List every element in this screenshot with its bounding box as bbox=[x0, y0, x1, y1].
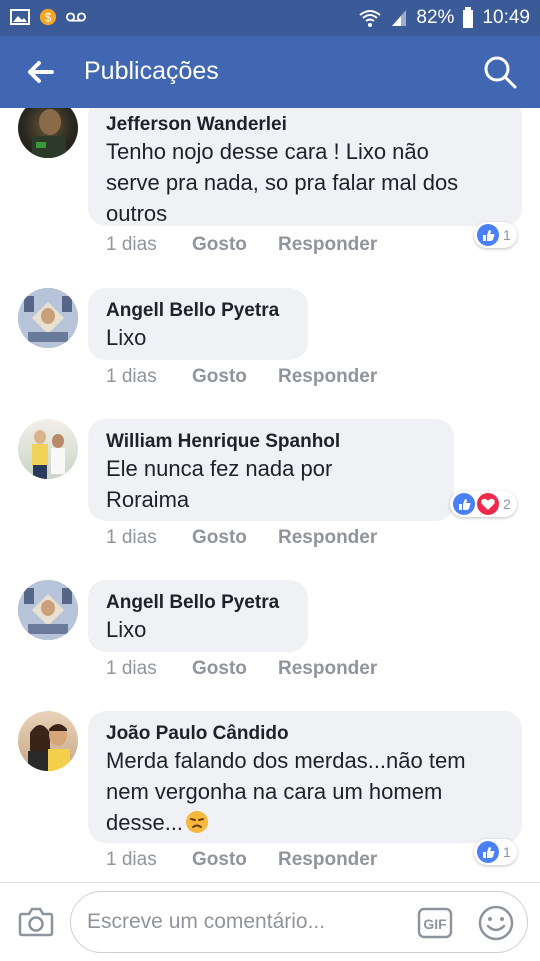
avatar[interactable] bbox=[18, 711, 78, 771]
status-bar: $ 82% 10:49 bbox=[0, 0, 540, 36]
comment-text: Lixo bbox=[106, 325, 147, 350]
battery-percent: 82% bbox=[416, 7, 455, 28]
reply-button[interactable]: Responder bbox=[278, 658, 377, 680]
comment-item: João Paulo Cândido Merda falando dos mer… bbox=[0, 711, 540, 881]
clock: 10:49 bbox=[482, 7, 530, 28]
wifi-icon bbox=[359, 10, 382, 27]
comment-author[interactable]: William Henrique Spanhol bbox=[106, 431, 340, 453]
like-reaction-icon bbox=[477, 841, 499, 863]
comment-item: William Henrique Spanhol Ele nunca fez n… bbox=[0, 419, 540, 559]
like-reaction-icon bbox=[477, 224, 499, 246]
comment-item: Jefferson Wanderlei Tenho nojo desse car… bbox=[0, 108, 540, 268]
comment-time: 1 dias bbox=[106, 658, 157, 679]
comment-text: Merda falando dos merdas...não tem nem v… bbox=[106, 748, 466, 835]
like-button[interactable]: Gosto bbox=[192, 366, 247, 388]
comment-bubble[interactable]: Jefferson Wanderlei Tenho nojo desse car… bbox=[88, 108, 522, 226]
battery-icon bbox=[463, 7, 474, 28]
reply-button[interactable]: Responder bbox=[278, 366, 377, 388]
svg-text:$: $ bbox=[45, 12, 52, 25]
comment-item: Angell Bello Pyetra Lixo 1 dias Gosto Re… bbox=[0, 288, 540, 398]
comment-author[interactable]: Angell Bello Pyetra bbox=[106, 592, 279, 614]
reaction-summary[interactable]: 2 bbox=[450, 491, 517, 517]
comment-time: 1 dias bbox=[106, 234, 157, 255]
angry-emoji-icon bbox=[186, 811, 209, 833]
comment-bubble[interactable]: Angell Bello Pyetra Lixo bbox=[88, 288, 308, 360]
app-bar: Publicações bbox=[0, 36, 540, 108]
reaction-count: 2 bbox=[503, 496, 511, 512]
emoji-icon[interactable] bbox=[477, 904, 515, 942]
comment-time: 1 dias bbox=[106, 849, 157, 870]
voicemail-icon bbox=[66, 12, 86, 22]
comment-text: Lixo bbox=[106, 617, 147, 642]
reaction-summary[interactable]: 1 bbox=[474, 222, 517, 248]
page-title: Publicações bbox=[84, 57, 219, 85]
comment-item: Angell Bello Pyetra Lixo 1 dias Gosto Re… bbox=[0, 580, 540, 690]
comment-text: Tenho nojo desse cara ! Lixo não serve p… bbox=[106, 139, 459, 226]
reply-button[interactable]: Responder bbox=[278, 234, 377, 256]
like-reaction-icon bbox=[453, 493, 475, 515]
signal-icon bbox=[392, 10, 407, 26]
avatar[interactable] bbox=[18, 288, 78, 348]
reaction-summary[interactable]: 1 bbox=[474, 839, 517, 865]
like-button[interactable]: Gosto bbox=[192, 527, 247, 549]
gif-label: GIF bbox=[423, 916, 447, 932]
avatar-image bbox=[18, 288, 78, 348]
avatar[interactable] bbox=[18, 580, 78, 640]
reaction-count: 1 bbox=[503, 844, 511, 860]
camera-icon[interactable] bbox=[18, 905, 54, 939]
reaction-count: 1 bbox=[503, 227, 511, 243]
comment-placeholder: Escreve um comentário... bbox=[87, 910, 326, 933]
like-button[interactable]: Gosto bbox=[192, 849, 247, 871]
reply-button[interactable]: Responder bbox=[278, 527, 377, 549]
avatar-image bbox=[28, 724, 70, 771]
comment-time: 1 dias bbox=[106, 527, 157, 548]
comment-input[interactable]: Escreve um comentário... GIF bbox=[70, 891, 528, 953]
avatar[interactable] bbox=[18, 108, 78, 158]
comment-bubble[interactable]: Angell Bello Pyetra Lixo bbox=[88, 580, 308, 652]
love-reaction-icon bbox=[477, 493, 499, 515]
gif-icon[interactable]: GIF bbox=[417, 906, 453, 940]
gallery-icon bbox=[10, 9, 30, 25]
avatar-image bbox=[18, 580, 78, 640]
comment-bubble[interactable]: João Paulo Cândido Merda falando dos mer… bbox=[88, 711, 522, 843]
back-arrow-icon[interactable] bbox=[24, 56, 56, 88]
like-button[interactable]: Gosto bbox=[192, 234, 247, 256]
comment-composer: Escreve um comentário... GIF bbox=[0, 882, 540, 961]
avatar[interactable] bbox=[18, 419, 78, 479]
coin-icon: $ bbox=[39, 8, 57, 26]
avatar-image bbox=[32, 430, 65, 479]
comments-list[interactable]: Jefferson Wanderlei Tenho nojo desse car… bbox=[0, 108, 540, 882]
avatar-image bbox=[32, 109, 66, 158]
comment-text: Ele nunca fez nada por Roraima bbox=[106, 456, 333, 512]
comment-author[interactable]: Angell Bello Pyetra bbox=[106, 300, 279, 322]
comment-bubble[interactable]: William Henrique Spanhol Ele nunca fez n… bbox=[88, 419, 454, 521]
search-icon[interactable] bbox=[482, 54, 518, 90]
reply-button[interactable]: Responder bbox=[278, 849, 377, 871]
like-button[interactable]: Gosto bbox=[192, 658, 247, 680]
comment-author[interactable]: Jefferson Wanderlei bbox=[106, 114, 287, 136]
comment-author[interactable]: João Paulo Cândido bbox=[106, 723, 289, 745]
comment-time: 1 dias bbox=[106, 366, 157, 387]
